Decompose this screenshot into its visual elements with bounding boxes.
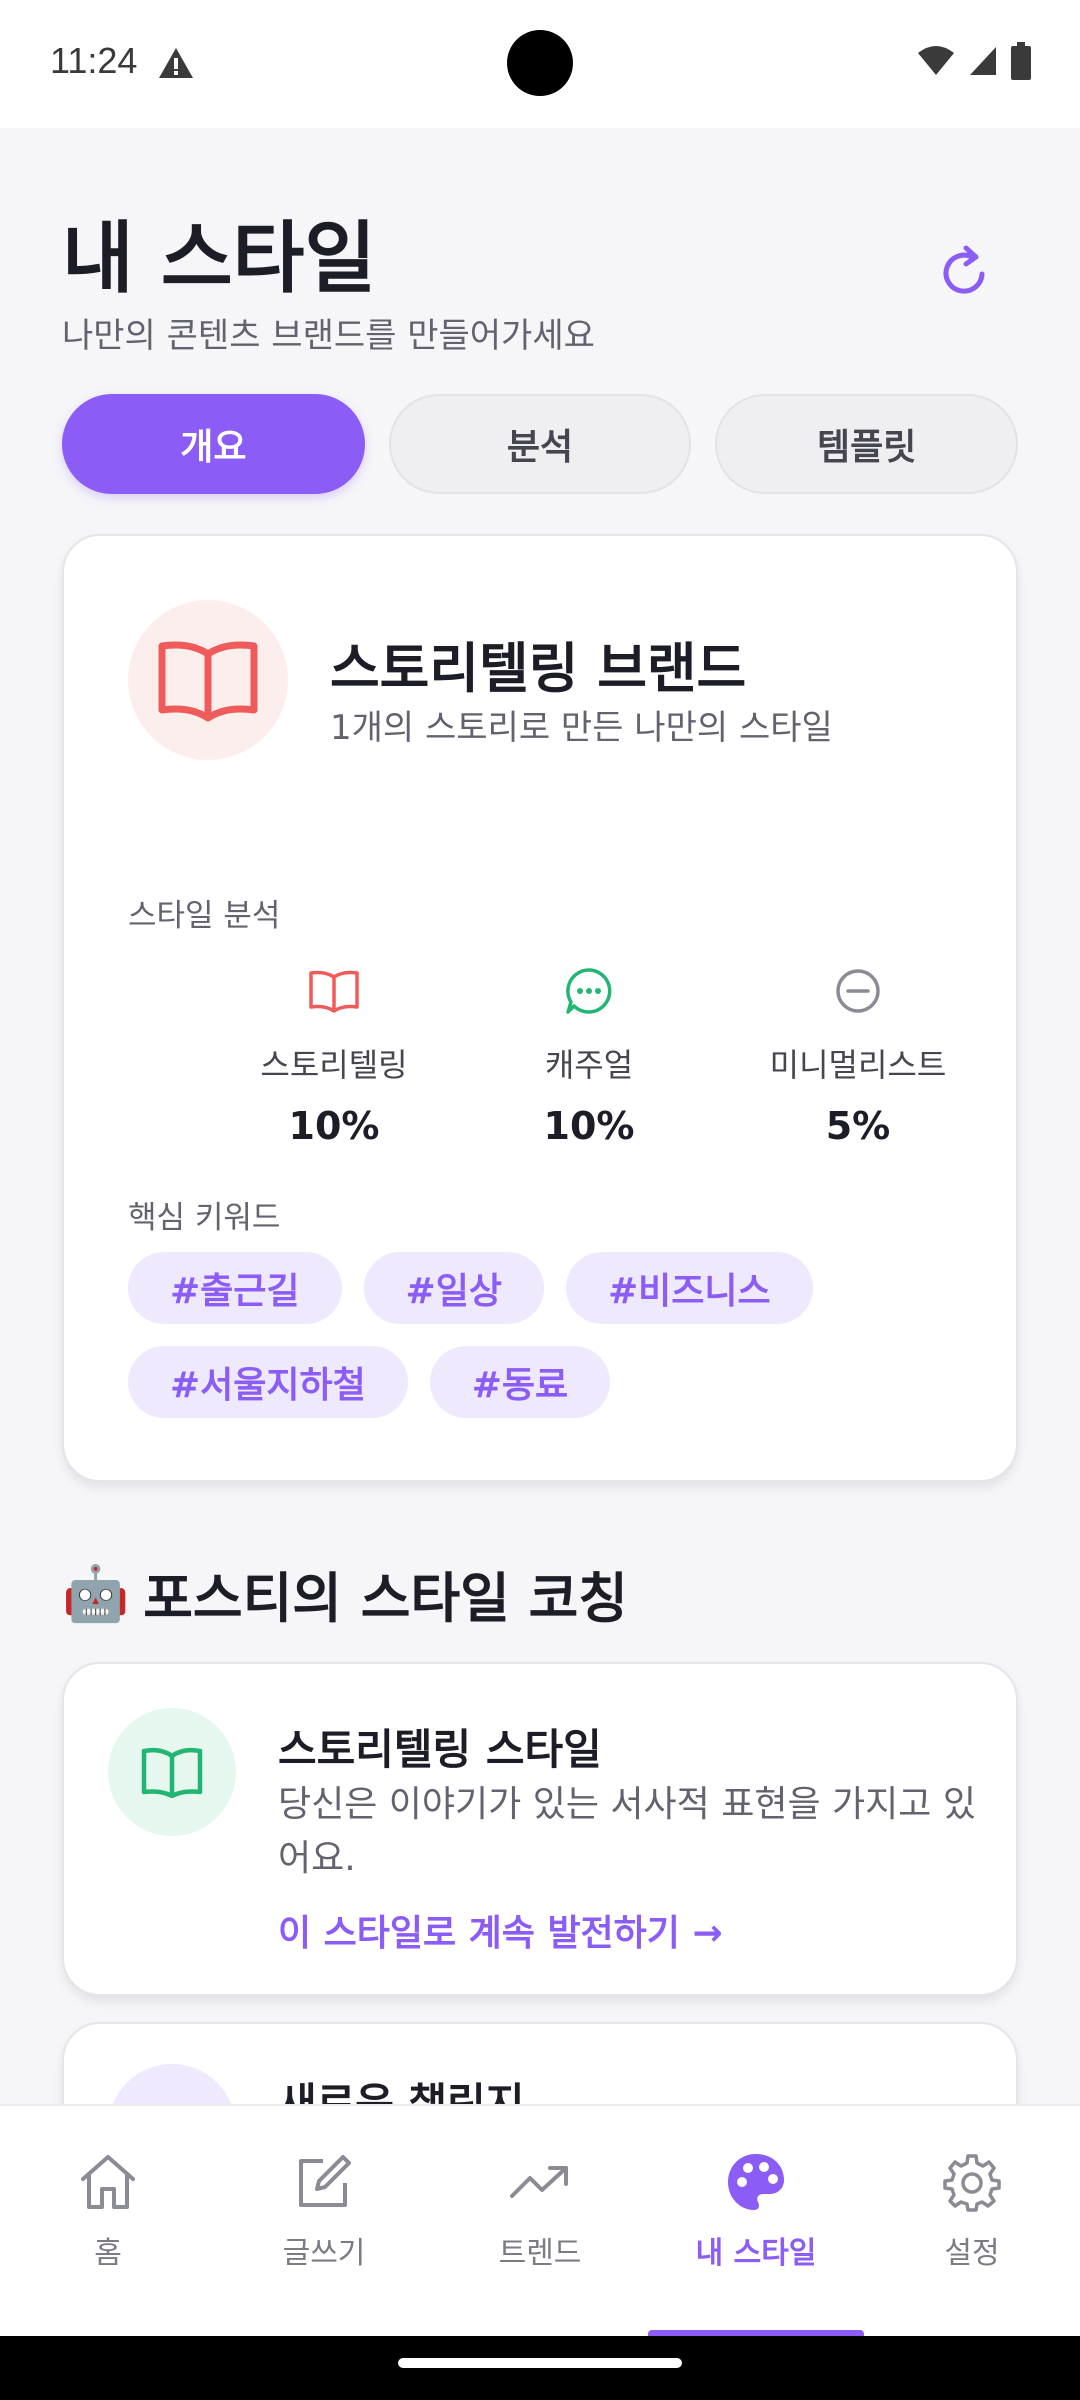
book-icon — [158, 641, 258, 722]
stat-storytelling: 스토리텔링 10% — [204, 964, 464, 1148]
wifi-icon — [918, 46, 954, 75]
keyword-list: #출근길 #일상 #비즈니스 #서울지하철 #동료 — [128, 1252, 958, 1418]
stat-label: 캐주얼 — [544, 1046, 634, 1084]
tab-templates[interactable]: 템플릿 — [715, 394, 1019, 494]
nav-trend[interactable]: 트렌드 — [460, 2150, 620, 2272]
keyword-chip[interactable]: #서울지하철 — [128, 1346, 408, 1418]
keyword-chip[interactable]: #동료 — [429, 1346, 611, 1418]
coaching-title-text: 포스티의 스타일 코칭 — [143, 1567, 628, 1630]
brand-card: 스토리텔링 브랜드 1개의 스토리로 만든 나만의 스타일 스타일 분석 스토리… — [62, 534, 1018, 1482]
stat-value: 10% — [288, 1104, 380, 1148]
minus-circle-icon — [836, 969, 880, 1013]
brand-title: 스토리텔링 브랜드 — [330, 637, 747, 700]
battery-icon — [1011, 42, 1031, 80]
continue-style-link[interactable]: 이 스타일로 계속 발전하기 → — [278, 1904, 723, 1956]
nav-label: 설정 — [944, 2236, 1000, 2271]
stat-casual: 캐주얼 10% — [459, 964, 719, 1148]
tab-overview[interactable]: 개요 — [62, 394, 365, 494]
warning-icon — [159, 48, 193, 78]
status-time: 11:24 — [50, 40, 138, 81]
nav-label: 홈 — [94, 2236, 122, 2271]
status-icons — [916, 42, 1032, 80]
coaching-card-title: 스토리텔링 스타일 — [278, 1725, 602, 1774]
stat-minimalist: 미니멀리스트 5% — [728, 964, 988, 1148]
camera-cutout — [507, 30, 573, 96]
trending-icon — [510, 2166, 568, 2198]
stat-value: 10% — [543, 1104, 635, 1148]
keyword-chip[interactable]: #비즈니스 — [565, 1252, 813, 1324]
nav-write[interactable]: 글쓰기 — [244, 2150, 404, 2272]
tab-analysis[interactable]: 분석 — [388, 394, 692, 494]
edit-icon — [299, 2155, 351, 2207]
nav-label: 글쓰기 — [282, 2236, 366, 2271]
refresh-icon[interactable] — [932, 240, 996, 304]
palette-icon — [728, 2154, 784, 2210]
coaching-section-title: 🤖 포스티의 스타일 코칭 — [62, 1554, 628, 1633]
home-icon — [81, 2155, 135, 2209]
gear-icon — [943, 2154, 1001, 2212]
stat-label: 스토리텔링 — [260, 1046, 408, 1084]
coaching-card-description: 당신은 이야기가 있는 서사적 표현을 가지고 있어요. — [278, 1784, 976, 1879]
tab-bar: 개요 분석 템플릿 — [62, 394, 1019, 494]
style-stats: 스토리텔링 10% 캐주얼 10% 미니멀리스트 5% — [64, 964, 1016, 1164]
nav-my-style[interactable]: 내 스타일 — [676, 2150, 836, 2272]
brand-icon-badge — [128, 600, 288, 760]
nav-settings[interactable]: 설정 — [892, 2150, 1052, 2272]
nav-label: 내 스타일 — [695, 2236, 817, 2271]
brand-description: 1개의 스토리로 만든 나만의 스타일 — [330, 708, 833, 748]
keywords-label: 핵심 키워드 — [128, 1200, 281, 1236]
page-subtitle: 나만의 콘텐츠 브랜드를 만들어가세요 — [62, 316, 595, 356]
keyword-chip[interactable]: #출근길 — [128, 1252, 342, 1324]
nav-home[interactable]: 홈 — [28, 2150, 188, 2272]
stat-label: 미니멀리스트 — [769, 1046, 947, 1084]
keyword-chip[interactable]: #일상 — [363, 1252, 544, 1324]
book-icon — [141, 1747, 203, 1798]
chat-bubble-icon — [566, 968, 612, 1014]
home-gesture-handle[interactable] — [398, 2358, 682, 2368]
coaching-icon-badge — [108, 1708, 236, 1836]
robot-icon: 🤖 — [62, 1561, 130, 1625]
bottom-nav: 홈 글쓰기 트렌드 내 스타일 설정 — [0, 2104, 1080, 2338]
page-title: 내 스타일 — [62, 214, 377, 304]
book-icon — [309, 970, 359, 1013]
status-bar: 11:24 — [0, 0, 1080, 128]
style-analysis-label: 스타일 분석 — [128, 898, 281, 934]
coaching-card[interactable]: 스토리텔링 스타일 당신은 이야기가 있는 서사적 표현을 가지고 있어요. 이… — [62, 1662, 1018, 1996]
stat-value: 5% — [825, 1104, 891, 1148]
signal-icon — [970, 47, 996, 75]
nav-label: 트렌드 — [498, 2236, 582, 2271]
gesture-bar — [0, 2336, 1080, 2400]
